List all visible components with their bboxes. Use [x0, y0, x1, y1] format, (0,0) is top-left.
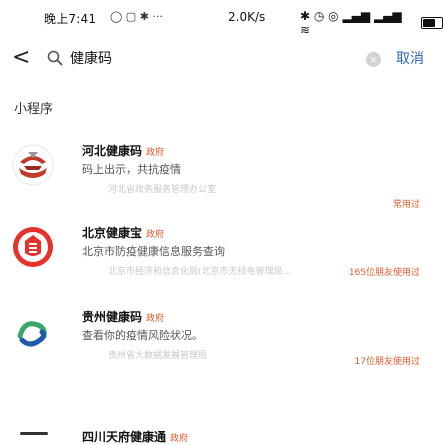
signal-icons: ✱ ◷ ◎ ▂▄▆ ▂▄▆ ≋: [300, 9, 402, 37]
search-header: < 健康码 × 取消: [0, 42, 443, 78]
guizhou-health-code-logo: [13, 313, 53, 353]
app-description: 码上出示，共抗疫情: [82, 163, 181, 176]
app-provider: 贵州省大数据发展管理局: [108, 351, 208, 361]
app-name-text: 北京健康宝: [82, 226, 143, 240]
gov-badge: 政府: [146, 230, 165, 240]
app-name: 河北健康码 政府: [82, 142, 164, 159]
usage-status: 常用过: [392, 200, 420, 210]
battery-icon: [421, 17, 443, 29]
usage-status: 165位朋友使用过: [348, 268, 420, 278]
clear-search-button[interactable]: ×: [366, 52, 381, 67]
result-item-sichuan[interactable]: 四川天府健康通 政府: [82, 428, 188, 445]
app-provider: 河北省政务服务管理办公室: [108, 185, 217, 195]
status-time: 晚上7:41: [44, 12, 97, 26]
app-description: 查看你的疫情风险状况。: [82, 329, 203, 342]
app-name: 贵州健康码 政府: [82, 308, 164, 325]
notification-icons: ◯ ▢ ✱ ···: [110, 10, 163, 23]
gov-badge: 政府: [146, 314, 165, 324]
app-name: 北京健康宝 政府: [82, 224, 164, 241]
app-provider: 北京市经济和信息化局(北京市无线电管理局...: [108, 267, 292, 277]
gov-badge: 政府: [146, 148, 165, 158]
app-description: 北京市防疫健康信息服务查询: [82, 245, 225, 258]
cancel-button[interactable]: 取消: [396, 48, 424, 68]
app-name-text: 河北健康码: [82, 144, 143, 158]
search-icon: [47, 50, 63, 66]
result-item-guizhou[interactable]: 贵州健康码 政府 查看你的疫情风险状况。 贵州省大数据发展管理局 17位朋友使用过: [0, 304, 443, 384]
sichuan-logo-partial: [20, 432, 48, 435]
network-speed: 2.0K/s: [228, 10, 266, 24]
usage-status: 17位朋友使用过: [354, 357, 420, 367]
result-item-beijing[interactable]: 北京健康宝 政府 北京市防疫健康信息服务查询 北京市经济和信息化局(北京市无线电管…: [0, 220, 443, 300]
app-name-text: 贵州健康码: [82, 310, 143, 324]
status-bar: 晚上7:41 ◯ ▢ ✱ ··· 2.0K/s ✱ ◷ ◎ ▂▄▆ ▂▄▆ ≋: [0, 0, 443, 37]
section-title-mini-programs: 小程序: [14, 102, 54, 117]
app-name-text: 四川天府健康通: [82, 430, 167, 444]
beijing-health-kit-logo: [13, 227, 53, 267]
back-button[interactable]: <: [12, 44, 30, 72]
result-item-hebei[interactable]: 河北健康码 政府 码上出示，共抗疫情 河北省政务服务管理办公室 常用过: [0, 138, 443, 218]
hebei-health-code-logo: [12, 144, 54, 186]
system-icons: ✱ ◷ ◎ ▂▄▆ ▂▄▆ ≋: [300, 9, 443, 37]
search-input[interactable]: 健康码: [70, 48, 112, 68]
